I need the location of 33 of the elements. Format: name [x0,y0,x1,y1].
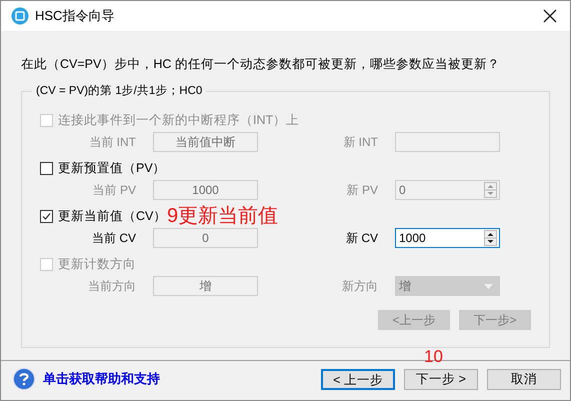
spin-field[interactable]: 0 [395,180,500,200]
current-value-field: 当前值中断 [153,132,258,152]
current-value-field: 增 [153,276,258,296]
back-button[interactable]: < 上一步 [321,368,395,390]
spin-field[interactable]: 1000 [395,228,500,248]
cancel-button[interactable]: 取消 [487,368,561,390]
checkbox[interactable] [40,162,53,175]
field-label: 当前 INT [88,134,136,152]
window-title: HSC指令向导 [35,7,114,26]
field-label: 新 INT [342,134,378,152]
current-value-field: 1000 [153,180,258,200]
close-icon[interactable] [543,9,557,23]
annotation-text: 10 [424,348,443,365]
app-icon [11,7,29,25]
field-label: 当前 PV [92,182,136,200]
field-label: 当前 CV [90,230,136,248]
help-icon[interactable] [13,368,35,390]
checkbox-label: 更新预置值（PV） [58,160,166,177]
checkbox-label: 更新计数方向 [58,256,136,273]
checkbox-label: 连接此事件到一个新的中断程序（INT）上 [58,112,300,129]
field-label: 当前方向 [87,278,136,296]
annotation-text: 9更新当前值 [167,206,278,226]
checkbox-label: 更新当前值（CV） [58,208,166,225]
checkbox[interactable] [40,210,53,223]
group-title: (CV = PV)的第 1步/共1步；HC0 [35,84,204,99]
field-label: 新方向 [341,278,378,296]
field-label: 新 PV [346,182,378,200]
question-text: 在此（CV=PV）步中，HC 的任何一个动态参数都可被更新，哪些参数应当被更新？ [21,56,501,73]
next-button[interactable]: 下一步 > [404,368,478,390]
spin-arrows-icon[interactable] [484,230,497,246]
help-link[interactable]: 单击获取帮助和支持 [43,369,160,389]
current-value-field: 0 [153,228,258,248]
field-label: 新 CV [344,230,378,248]
